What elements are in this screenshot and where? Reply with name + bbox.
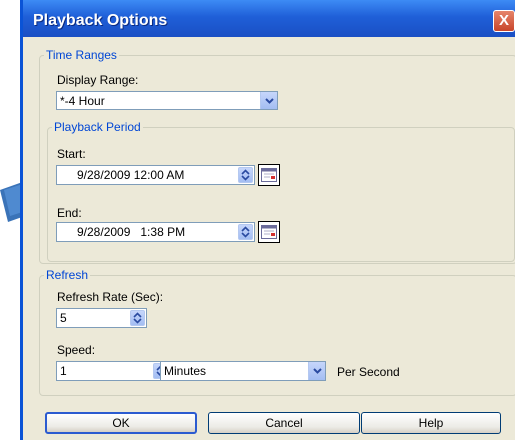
title-bar: Playback Options X <box>23 0 515 37</box>
end-calendar-icon[interactable] <box>258 221 280 243</box>
end-spin-icon[interactable] <box>238 224 253 240</box>
refresh-rate-spin-icon[interactable] <box>130 310 145 326</box>
playback-options-dialog: Playback Options X Time Ranges Display R… <box>20 0 515 440</box>
start-spin-icon[interactable] <box>238 167 253 183</box>
refresh-legend: Refresh <box>46 268 89 282</box>
speed-unit-select[interactable]: Minutes <box>160 361 326 381</box>
speed-label: Speed: <box>57 343 96 357</box>
time-ranges-legend: Time Ranges <box>46 48 117 62</box>
start-calendar-icon[interactable] <box>258 164 280 186</box>
refresh-rate-value: 5 <box>60 311 67 325</box>
end-datetime-picker[interactable]: 9/28/2009 1:38 PM <box>56 222 255 242</box>
display-range-value: *-4 Hour <box>60 94 105 108</box>
per-second-label: Per Second <box>337 365 400 379</box>
help-button[interactable]: Help <box>361 412 501 434</box>
ok-button[interactable]: OK <box>45 412 197 434</box>
end-datetime-value: 9/28/2009 1:38 PM <box>77 225 186 239</box>
display-range-select[interactable]: *-4 Hour <box>56 91 278 110</box>
playback-period-legend: Playback Period <box>54 120 141 134</box>
refresh-rate-label: Refresh Rate (Sec): <box>57 290 164 304</box>
cancel-button[interactable]: Cancel <box>208 412 360 434</box>
chevron-down-icon[interactable] <box>308 362 325 380</box>
start-datetime-value: 9/28/2009 12:00 AM <box>77 168 185 182</box>
dialog-title: Playback Options <box>33 12 168 29</box>
speed-value: 1 <box>60 364 67 378</box>
speed-stepper[interactable]: 1 <box>56 361 170 381</box>
start-datetime-picker[interactable]: 9/28/2009 12:00 AM <box>56 165 255 185</box>
close-button[interactable]: X <box>493 10 515 32</box>
start-label: Start: <box>57 147 86 161</box>
display-range-label: Display Range: <box>57 73 139 87</box>
chevron-down-icon[interactable] <box>260 92 277 109</box>
refresh-rate-stepper[interactable]: 5 <box>56 308 147 328</box>
speed-unit-value: Minutes <box>164 364 207 378</box>
end-label: End: <box>57 206 82 220</box>
